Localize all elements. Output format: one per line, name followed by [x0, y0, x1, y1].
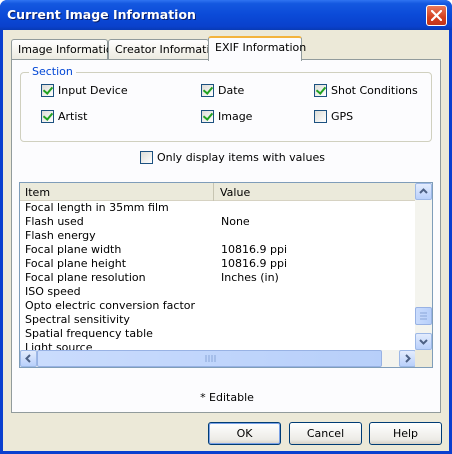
table-row[interactable]: Focal plane height 10816.9 ppi [20, 257, 416, 271]
scroll-right-button[interactable] [399, 350, 416, 367]
table-row[interactable]: Opto electric conversion factor [20, 299, 416, 313]
close-button[interactable] [426, 5, 447, 26]
scroll-left-button[interactable] [20, 350, 37, 367]
dialog-window: Current Image Information Image Informat… [0, 0, 452, 454]
checkbox-box[interactable] [201, 110, 214, 123]
list-header: Item Value [20, 183, 416, 201]
close-icon [431, 10, 442, 21]
item-cell: Opto electric conversion factor [25, 299, 196, 312]
column-header-label: Value [220, 186, 251, 199]
help-button[interactable]: Help [369, 422, 442, 445]
table-row[interactable]: Focal plane width 10816.9 ppi [20, 243, 416, 257]
checkbox-only-with-values[interactable]: Only display items with values [140, 151, 325, 164]
checkbox-label: Input Device [58, 84, 128, 97]
checkbox-label: Shot Conditions [331, 84, 418, 97]
table-row[interactable]: ISO speed [20, 285, 416, 299]
item-cell: Focal plane resolution [25, 271, 146, 284]
column-header-label: Item [25, 186, 51, 199]
button-label: Cancel [306, 427, 345, 440]
checkbox-box[interactable] [314, 110, 327, 123]
item-cell: Focal plane height [25, 257, 127, 270]
checkbox-box[interactable] [314, 84, 327, 97]
arrow-up-icon [419, 188, 428, 194]
list-rows: Focal length in 35mm film Flash used None F… [20, 201, 416, 350]
editable-note: * Editable [200, 391, 254, 404]
window-title: Current Image Information [7, 7, 196, 22]
scroll-up-button[interactable] [415, 183, 432, 200]
item-cell: Light source [25, 341, 93, 350]
scroll-down-button[interactable] [415, 333, 432, 350]
table-row[interactable]: Spectral sensitivity [20, 313, 416, 327]
grip-icon [420, 312, 427, 320]
table-row[interactable]: Focal plane resolution Inches (in) [20, 271, 416, 285]
tab-label: Creator Information [115, 43, 224, 56]
tab-label: EXIF Information [215, 41, 307, 54]
checkbox-input-device[interactable]: Input Device [41, 84, 128, 97]
checkbox-box[interactable] [41, 110, 54, 123]
exif-list-view[interactable]: Item Value Focal length in 35mm film Flas… [19, 182, 433, 368]
value-cell: 10816.9 ppi [221, 243, 288, 256]
tab-image-information[interactable]: Image Information [11, 39, 120, 60]
arrow-left-icon [25, 354, 31, 363]
checkbox-label: Image [218, 110, 253, 123]
button-label: Help [392, 427, 419, 440]
vertical-scroll-thumb[interactable] [415, 307, 432, 325]
arrow-right-icon [405, 354, 411, 363]
item-cell: Spectral sensitivity [25, 313, 130, 326]
checkbox-label: Only display items with values [157, 151, 325, 164]
checkbox-box[interactable] [140, 151, 153, 164]
section-group: Section Input Device Date Shot Condition… [20, 65, 432, 142]
checkbox-label: Date [218, 84, 245, 97]
horizontal-scroll-thumb[interactable] [37, 350, 382, 367]
button-label: OK [236, 427, 253, 440]
checkbox-box[interactable] [201, 84, 214, 97]
checkbox-image[interactable]: Image [201, 110, 252, 123]
cancel-button[interactable]: Cancel [289, 422, 362, 445]
grip-icon [205, 355, 216, 362]
title-bar[interactable]: Current Image Information [0, 0, 452, 30]
checkbox-shot-conditions[interactable]: Shot Conditions [314, 84, 418, 97]
table-row[interactable]: Focal length in 35mm film [20, 201, 416, 215]
item-cell: Spatial frequency table [25, 327, 153, 340]
item-cell: Focal plane width [25, 243, 122, 256]
checkbox-label: Artist [58, 110, 88, 123]
checkbox-gps[interactable]: GPS [314, 110, 353, 123]
value-cell: None [221, 215, 250, 228]
section-legend: Section [29, 65, 76, 78]
column-header-value[interactable]: Value [215, 183, 415, 201]
dialog-client: Image Information Creator Information EX… [3, 30, 449, 451]
value-cell: 10816.9 ppi [221, 257, 288, 270]
scroll-corner [415, 350, 432, 367]
column-header-item[interactable]: Item [20, 183, 214, 201]
tab-label: Image Information [18, 43, 120, 56]
exif-tab-panel: Section Input Device Date Shot Condition… [11, 59, 441, 413]
table-row[interactable]: Spatial frequency table [20, 327, 416, 341]
vertical-scrollbar[interactable] [415, 183, 432, 350]
tab-creator-information[interactable]: Creator Information [108, 39, 223, 60]
item-cell: ISO speed [25, 285, 81, 298]
item-cell: Flash used [25, 215, 84, 228]
tab-exif-information[interactable]: EXIF Information [208, 36, 306, 61]
value-cell: Inches (in) [221, 271, 279, 284]
checkbox-label: GPS [331, 110, 354, 123]
item-cell: Flash energy [25, 229, 96, 242]
table-row[interactable]: Flash energy [20, 229, 416, 243]
ok-button[interactable]: OK [208, 422, 281, 445]
horizontal-scrollbar[interactable] [20, 350, 416, 367]
item-cell: Focal length in 35mm film [25, 201, 169, 214]
arrow-down-icon [419, 339, 428, 345]
checkbox-artist[interactable]: Artist [41, 110, 87, 123]
checkbox-box[interactable] [41, 84, 54, 97]
checkbox-date[interactable]: Date [201, 84, 244, 97]
table-row[interactable]: Light source [20, 341, 416, 350]
table-row[interactable]: Flash used None [20, 215, 416, 229]
